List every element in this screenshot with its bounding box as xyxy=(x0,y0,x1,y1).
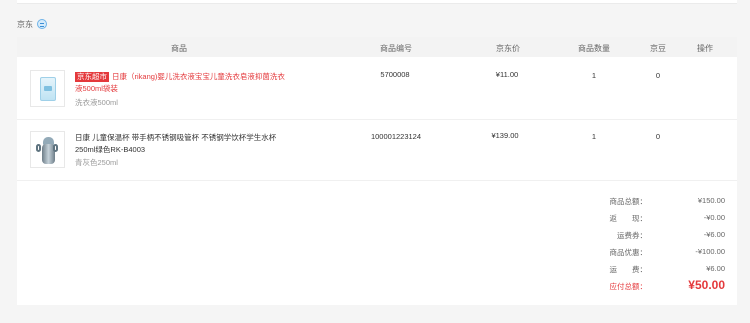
summary-label: 运 费： xyxy=(609,265,648,274)
row-divider xyxy=(17,180,737,181)
product-title-link[interactable]: 京东超市 日康（rikang)婴儿洗衣液宝宝儿童洗衣皂液抑菌洗衣液500ml袋装 xyxy=(75,71,290,95)
product-price: ¥11.00 xyxy=(495,70,519,79)
col-header-product: 商品 xyxy=(171,44,187,53)
product-spec: 青灰色250ml xyxy=(75,158,118,167)
chat-bubble-icon[interactable] xyxy=(37,19,47,29)
summary-label: 商品总额： xyxy=(609,197,648,206)
table-row: 日康 儿童保温杯 带手柄不锈钢吸管杯 不锈钢学饮杯学生水杯250ml绿色RK-B… xyxy=(17,130,737,180)
table-header: 商品 商品编号 京东价 商品数量 京豆 操作 xyxy=(17,37,737,57)
supermarket-badge: 京东超市 xyxy=(75,72,109,82)
summary-value: ¥6.00 xyxy=(706,264,725,273)
summary-label: 应付总额： xyxy=(609,282,648,291)
amount-due-value: ¥50.00 xyxy=(688,278,725,292)
product-image[interactable] xyxy=(30,70,65,107)
product-title-link[interactable]: 日康 儿童保温杯 带手柄不锈钢吸管杯 不锈钢学饮杯学生水杯250ml绿色RK-B… xyxy=(75,132,280,156)
row-divider xyxy=(17,119,737,120)
product-sku: 100001223124 xyxy=(370,132,422,141)
product-beans: 0 xyxy=(655,71,661,80)
order-panel: 商品 商品编号 京东价 商品数量 京豆 操作 京东超市 日康（rikang)婴儿洗… xyxy=(17,37,737,305)
summary-value: -¥100.00 xyxy=(695,247,725,256)
product-title[interactable]: 日康 儿童保温杯 带手柄不锈钢吸管杯 不锈钢学饮杯学生水杯250ml绿色RK-B… xyxy=(75,133,276,154)
shop-header: 京东 xyxy=(17,17,47,31)
product-spec: 洗衣液500ml xyxy=(75,98,118,107)
product-quantity: 1 xyxy=(591,132,597,141)
summary-value: -¥6.00 xyxy=(703,230,725,239)
col-header-actions: 操作 xyxy=(697,44,713,53)
col-header-price: 京东价 xyxy=(496,44,520,53)
product-sku: 5700008 xyxy=(380,70,410,79)
product-quantity: 1 xyxy=(591,71,597,80)
summary-label: 运费券： xyxy=(617,231,647,240)
shop-name[interactable]: 京东 xyxy=(17,19,33,30)
detergent-pouch-image xyxy=(40,77,56,101)
summary-value: ¥150.00 xyxy=(697,196,725,205)
product-image[interactable] xyxy=(30,131,65,168)
col-header-quantity: 商品数量 xyxy=(578,44,610,53)
col-header-sku: 商品编号 xyxy=(380,44,412,53)
col-header-beans: 京豆 xyxy=(650,44,666,53)
summary-label: 返 现： xyxy=(609,214,648,223)
summary-label: 商品优惠： xyxy=(609,248,648,257)
product-beans: 0 xyxy=(655,132,661,141)
table-row: 京东超市 日康（rikang)婴儿洗衣液宝宝儿童洗衣皂液抑菌洗衣液500ml袋装 … xyxy=(17,69,737,121)
previous-section-strip xyxy=(17,0,737,4)
summary-value: -¥0.00 xyxy=(703,213,725,222)
product-price: ¥139.00 xyxy=(491,131,519,140)
